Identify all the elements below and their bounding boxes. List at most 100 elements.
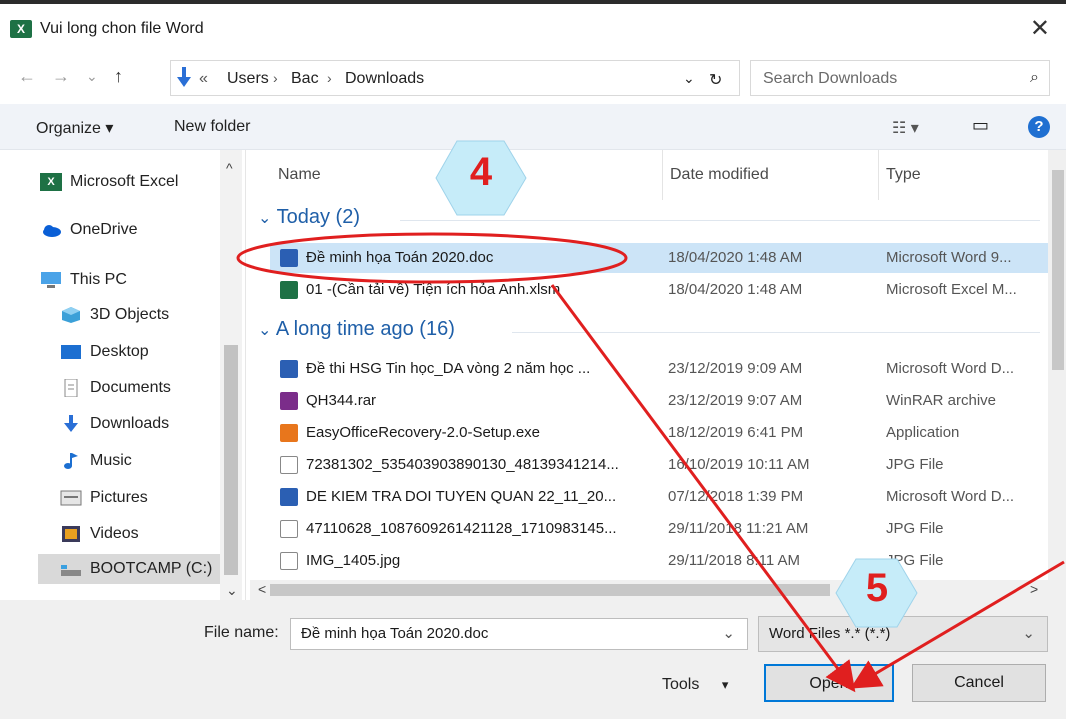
file-date: 23/12/2019 9:07 AM xyxy=(668,392,803,409)
list-item[interactable]: Đề minh họa Toán 2020.doc 18/04/2020 1:4… xyxy=(270,243,1048,273)
new-folder-button[interactable]: New folder xyxy=(174,118,250,136)
cancel-button[interactable]: Cancel xyxy=(912,664,1046,702)
recent-locations-icon[interactable]: ⌄ xyxy=(86,68,98,85)
sidebar-item-this-pc[interactable]: This PC xyxy=(40,265,127,295)
file-date: 29/11/2018 11:21 AM xyxy=(668,520,809,537)
image-file-icon xyxy=(280,456,298,475)
help-icon[interactable]: ? xyxy=(1028,116,1050,138)
desktop-icon xyxy=(61,344,81,359)
sidebar-item-documents[interactable]: Documents xyxy=(60,373,171,403)
column-divider[interactable] xyxy=(878,150,879,200)
file-name-value: Đề minh họa Toán 2020.doc xyxy=(301,625,489,642)
search-placeholder: Search Downloads xyxy=(763,70,898,87)
list-item[interactable]: DE KIEM TRA DOI TUYEN QUAN 22_11_20... 0… xyxy=(270,482,1048,512)
forward-icon[interactable]: → xyxy=(52,66,70,87)
list-item[interactable]: 01 -(Cần tải về) Tiện ích hỏa Anh.xlsm 1… xyxy=(270,275,1048,305)
open-button[interactable]: Open xyxy=(764,664,894,702)
sidebar-item-bootcamp[interactable]: BOOTCAMP (C:) xyxy=(38,554,220,584)
search-icon[interactable]: ⌕ xyxy=(1030,69,1039,87)
back-icon[interactable]: ← xyxy=(18,66,36,87)
refresh-icon[interactable]: ↻ xyxy=(709,70,722,90)
list-item[interactable]: EasyOfficeRecovery-2.0-Setup.exe 18/12/2… xyxy=(270,418,1048,448)
breadcrumb-overflow[interactable]: « xyxy=(199,70,208,88)
navigation-pane: X Microsoft Excel OneDrive This PC 3D Obj… xyxy=(0,150,246,600)
breadcrumb-separator: › xyxy=(273,70,278,86)
scroll-right-icon[interactable]: > xyxy=(1030,581,1038,597)
address-dropdown-icon[interactable]: ⌄ xyxy=(683,70,695,87)
file-list-scroll-thumb[interactable] xyxy=(1052,170,1064,370)
group-header-today[interactable]: ⌄ Today (2) xyxy=(258,206,360,229)
sidebar-scroll-thumb[interactable] xyxy=(224,345,238,575)
file-type: WinRAR archive xyxy=(886,392,997,409)
file-date: 18/04/2020 1:48 AM xyxy=(668,281,803,298)
breadcrumb-bac[interactable]: Bac xyxy=(291,70,319,88)
file-date: 18/04/2020 1:48 AM xyxy=(668,249,803,266)
file-type-select[interactable]: Word Files *.* (*.*) ⌄ xyxy=(758,616,1048,652)
column-header-name[interactable]: Name xyxy=(278,166,321,184)
list-item[interactable]: Đề thi HSG Tin học_DA vòng 2 năm học ...… xyxy=(270,354,1048,384)
sidebar-item-label: Desktop xyxy=(90,343,149,360)
file-name-field[interactable]: Đề minh họa Toán 2020.doc ⌄ xyxy=(290,618,748,650)
chevron-down-icon: ⌄ xyxy=(258,210,272,227)
sidebar-item-desktop[interactable]: Desktop xyxy=(60,337,149,367)
file-name: Đề minh họa Toán 2020.doc xyxy=(306,249,494,266)
column-header-type[interactable]: Type xyxy=(886,166,921,184)
view-options-icon[interactable]: ☷ ▾ xyxy=(892,118,919,138)
dialog-footer: File name: Đề minh họa Toán 2020.doc ⌄ W… xyxy=(0,600,1066,719)
chevron-down-icon[interactable]: ⌄ xyxy=(722,619,735,649)
sidebar-item-label: Documents xyxy=(90,379,171,396)
documents-icon xyxy=(64,378,78,397)
breadcrumb-users[interactable]: Users xyxy=(227,70,269,88)
file-list: Name Date modified Type ⌄ Today (2) Đề m… xyxy=(250,150,1066,600)
sidebar-item-microsoft-excel[interactable]: X Microsoft Excel xyxy=(40,167,178,197)
list-item[interactable]: 72381302_535403903890130_48139341214... … xyxy=(270,450,1048,480)
sidebar-item-onedrive[interactable]: OneDrive xyxy=(40,215,138,245)
search-input[interactable]: Search Downloads ⌕ xyxy=(750,60,1050,96)
command-toolbar: Organize ▾ New folder ☷ ▾ ▭ ? xyxy=(0,104,1066,150)
close-icon[interactable]: ✕ xyxy=(1030,14,1050,43)
organize-menu-button[interactable]: Organize ▾ xyxy=(36,118,113,138)
group-label: A long time ago (16) xyxy=(275,318,455,340)
tools-menu-button[interactable]: Tools ▾ xyxy=(662,676,728,694)
sidebar-item-label: BOOTCAMP (C:) xyxy=(90,560,213,577)
group-header-long-time-ago[interactable]: ⌄ A long time ago (16) xyxy=(258,318,455,341)
address-bar[interactable]: « Users › Bac › Downloads ⌄ ↻ xyxy=(170,60,740,96)
scroll-left-icon[interactable]: < xyxy=(258,581,266,597)
sidebar-item-label: Videos xyxy=(90,525,139,542)
sidebar-item-music[interactable]: Music xyxy=(60,446,132,476)
cloud-icon xyxy=(43,224,61,237)
sidebar-item-label: Microsoft Excel xyxy=(70,173,179,190)
column-divider[interactable] xyxy=(662,150,663,200)
up-icon[interactable]: ↑ xyxy=(114,66,123,87)
step-number-badge: 4 xyxy=(469,150,493,194)
word-file-icon xyxy=(280,488,298,507)
list-item[interactable]: QH344.rar 23/12/2019 9:07 AM WinRAR arch… xyxy=(270,386,1048,416)
excel-file-icon xyxy=(280,281,298,300)
title-bar: X Vui long chon file Word ✕ xyxy=(0,4,1066,52)
list-item[interactable]: IMG_1405.jpg 29/11/2018 8:11 AM JPG File xyxy=(270,546,1048,576)
file-type: Microsoft Word D... xyxy=(886,360,1015,377)
column-header-date[interactable]: Date modified xyxy=(670,166,769,184)
sidebar-scroll-up-icon[interactable]: ^ xyxy=(226,160,233,176)
sidebar-scroll-down-icon[interactable]: ⌄ xyxy=(226,582,238,599)
file-name: QH344.rar xyxy=(306,392,377,409)
preview-pane-icon[interactable]: ▭ xyxy=(972,115,989,136)
sidebar-item-pictures[interactable]: Pictures xyxy=(60,483,148,513)
chevron-down-icon[interactable]: ⌄ xyxy=(1022,617,1035,651)
word-file-icon xyxy=(280,360,298,379)
exe-file-icon xyxy=(280,424,298,443)
sidebar-item-3d-objects[interactable]: 3D Objects xyxy=(60,300,169,330)
list-item[interactable]: 47110628_1087609261421128_1710983145... … xyxy=(270,514,1048,544)
file-type: Microsoft Excel M... xyxy=(886,281,1017,298)
sidebar-item-label: This PC xyxy=(70,271,127,288)
sidebar-item-videos[interactable]: Videos xyxy=(60,519,139,549)
file-type: JPG File xyxy=(886,520,944,537)
file-date: 23/12/2019 9:09 AM xyxy=(668,360,803,377)
file-type: JPG File xyxy=(886,456,944,473)
group-divider xyxy=(400,220,1040,221)
cube-icon xyxy=(62,306,80,323)
horizontal-scroll-thumb[interactable] xyxy=(270,584,830,596)
sidebar-item-downloads[interactable]: Downloads xyxy=(60,409,169,439)
file-date: 29/11/2018 8:11 AM xyxy=(668,552,801,569)
breadcrumb-downloads[interactable]: Downloads xyxy=(345,70,424,88)
